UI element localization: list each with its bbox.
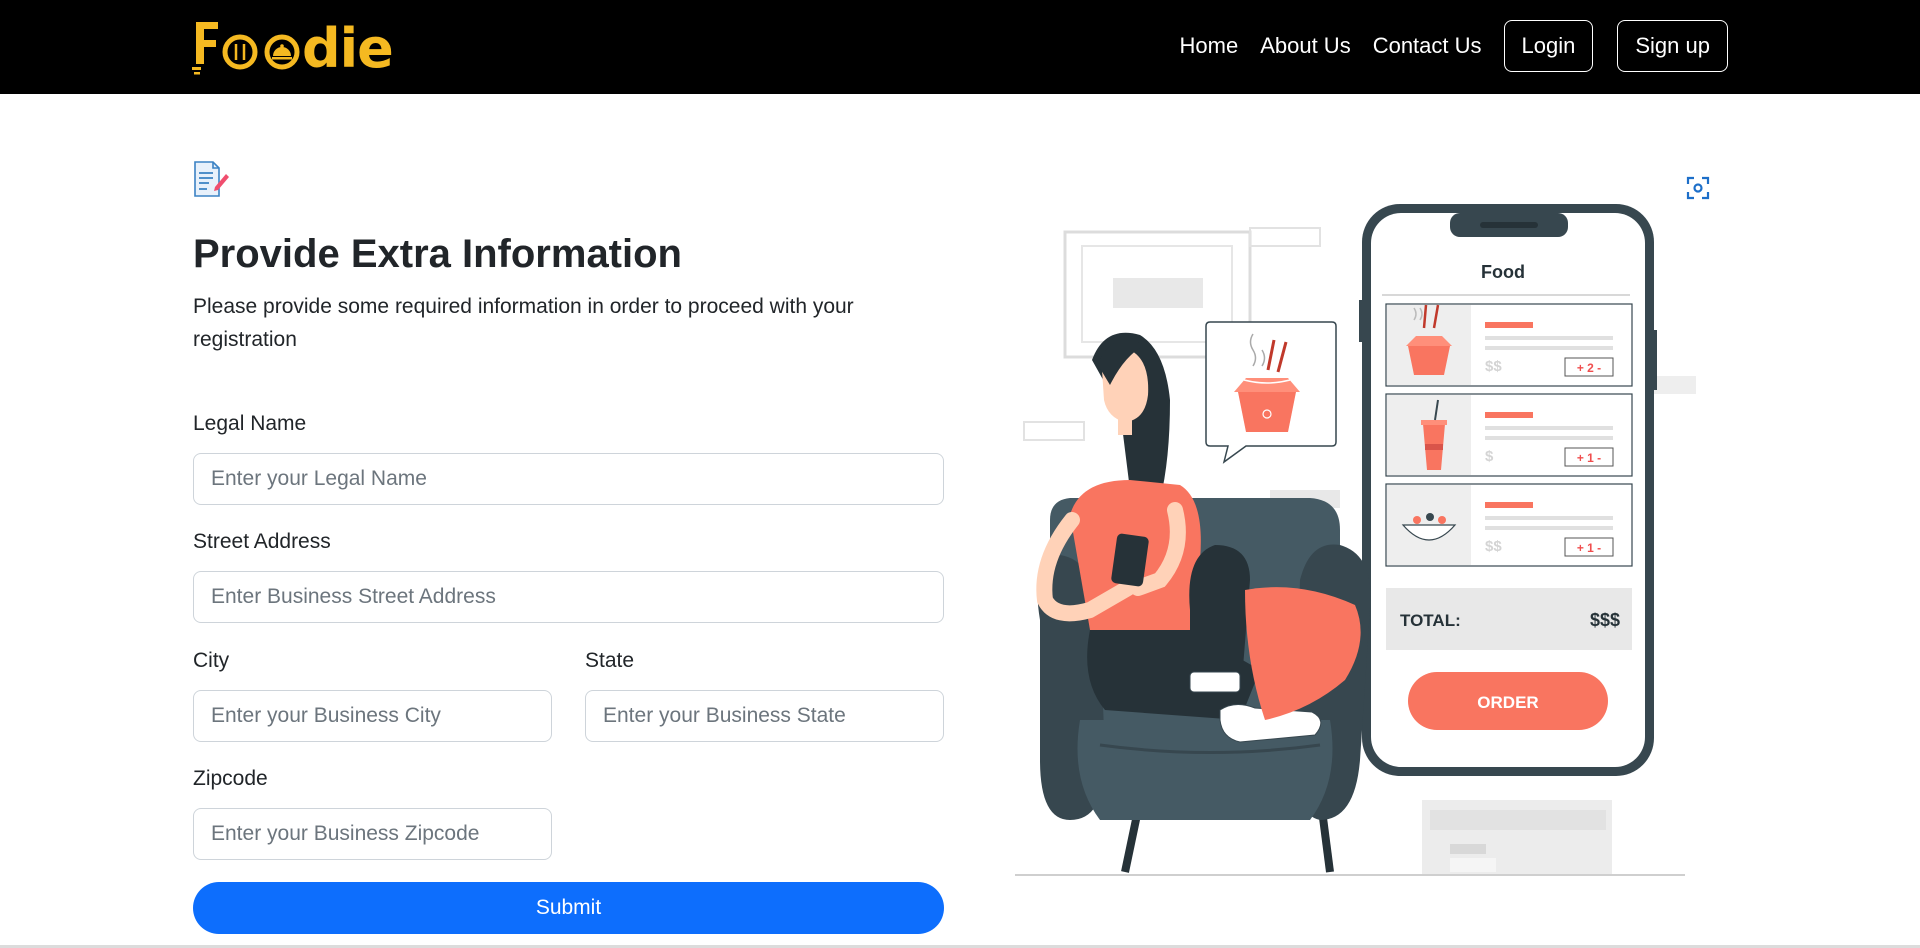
login-button[interactable]: Login <box>1503 20 1594 72</box>
navbar: die Home About Us Contact Us Login Sign … <box>0 0 1920 94</box>
total-value: $$$ <box>1590 610 1620 630</box>
state-label: State <box>585 649 635 672</box>
legal-name-label: Legal Name <box>193 412 307 435</box>
page-title: Provide Extra Information <box>193 232 682 276</box>
nav-home-link[interactable]: Home <box>1180 33 1239 59</box>
city-input[interactable] <box>193 690 552 742</box>
nav-links: Home About Us Contact Us Login Sign up <box>1158 20 1728 72</box>
zipcode-input[interactable] <box>193 808 552 860</box>
item-2-qty: + 1 - <box>1577 451 1601 465</box>
item-1-price: $$ <box>1485 358 1502 375</box>
item-1-qty: + 2 - <box>1577 361 1601 375</box>
city-label: City <box>193 649 230 672</box>
state-input[interactable] <box>585 690 944 742</box>
foodie-logo-icon: die <box>192 17 394 78</box>
svg-text:die: die <box>302 17 393 78</box>
food-order-illustration: Food $$ + 2 - $ + 1 - $$ + 1 - TOTAL: $$… <box>1015 204 1696 876</box>
item-2-price: $ <box>1485 448 1494 465</box>
document-edit-icon <box>194 161 229 197</box>
noodle-bubble <box>1205 321 1337 464</box>
signup-button[interactable]: Sign up <box>1617 20 1728 72</box>
nav-contact-link[interactable]: Contact Us <box>1373 33 1482 59</box>
legal-name-input[interactable] <box>193 453 944 505</box>
nav-about-link[interactable]: About Us <box>1260 33 1351 59</box>
page-subtitle: Please provide some required information… <box>193 295 854 351</box>
phone: Food $$ + 2 - $ + 1 - $$ + 1 - TOTAL: $$… <box>1359 204 1657 776</box>
item-3-price: $$ <box>1485 538 1502 555</box>
zipcode-label: Zipcode <box>193 767 268 790</box>
street-address-label: Street Address <box>193 530 331 553</box>
order-label: ORDER <box>1477 693 1538 712</box>
submit-button[interactable]: Submit <box>193 882 944 934</box>
phone-header: Food <box>1481 262 1525 282</box>
item-3-qty: + 1 - <box>1577 541 1601 555</box>
street-address-input[interactable] <box>193 571 944 623</box>
brand-logo[interactable]: die <box>192 14 402 78</box>
total-label: TOTAL: <box>1400 611 1461 630</box>
